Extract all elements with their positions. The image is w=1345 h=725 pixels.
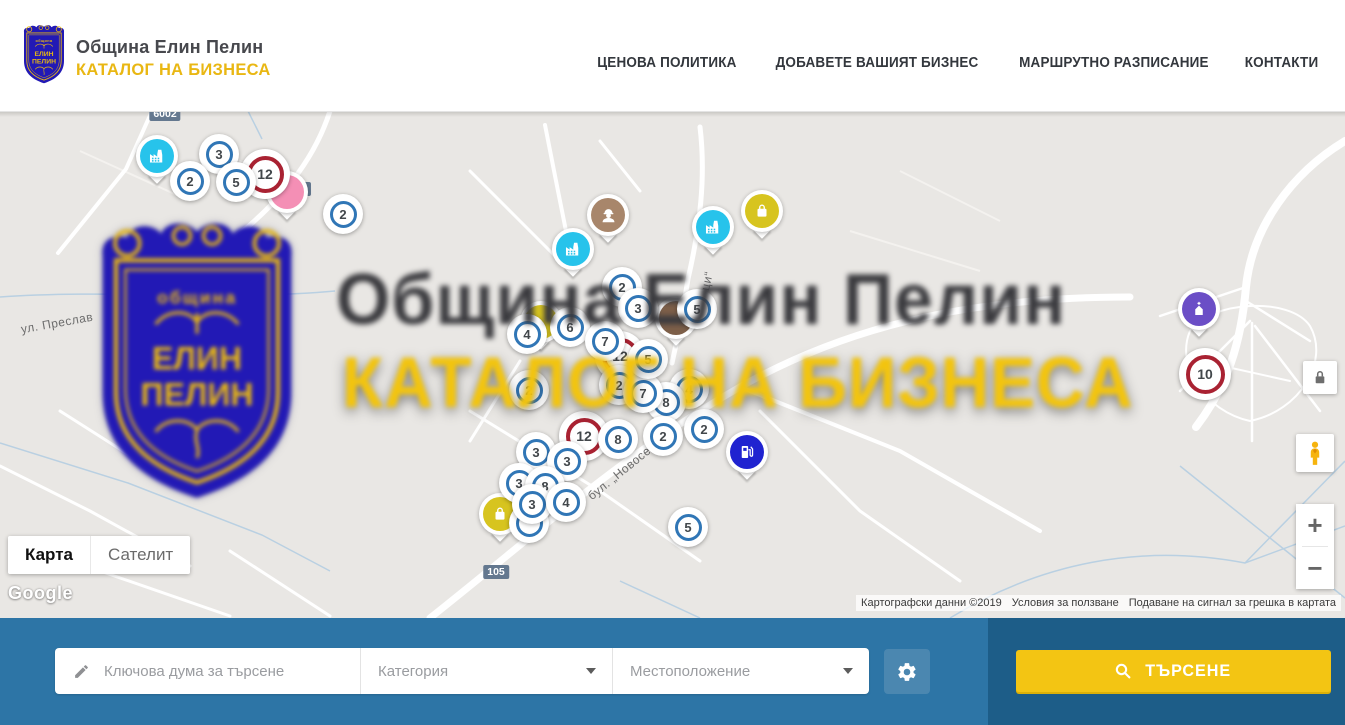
map-type-map-button[interactable]: Карта: [8, 536, 90, 574]
svg-text:ПЕЛИН: ПЕЛИН: [32, 59, 56, 66]
cluster-marker[interactable]: 7: [623, 373, 663, 413]
cluster-count: 3: [625, 295, 652, 322]
map-container: 6002105 ул. Преславбул. „Новоселци“ 1224…: [0, 111, 1345, 618]
category-select[interactable]: Категория: [360, 648, 612, 694]
chevron-down-icon: [586, 668, 596, 674]
cluster-count: 4: [514, 321, 541, 348]
google-logo[interactable]: Google: [8, 583, 73, 604]
svg-text:ЕЛИН: ЕЛИН: [34, 51, 53, 58]
nav-item-1[interactable]: ДОБАВЕТЕ ВАШИЯТ БИЗНЕС: [776, 55, 979, 71]
cluster-marker[interactable]: 5: [668, 507, 708, 547]
gear-icon: [896, 661, 918, 683]
bag-pin[interactable]: [741, 190, 783, 232]
site-subtitle: КАТАЛОГ НА БИЗНЕСА: [76, 60, 271, 80]
search-button-panel: ТЪРСЕНЕ: [988, 618, 1345, 725]
cluster-marker[interactable]: 3: [618, 288, 658, 328]
pegman-control-button[interactable]: [1296, 434, 1334, 472]
attribution-text: Картографски данни ©2019: [856, 595, 1007, 611]
cluster-count: 2: [691, 416, 718, 443]
lock-icon: [1313, 370, 1327, 385]
cluster-marker[interactable]: 10: [1179, 348, 1231, 400]
cluster-count: 10: [1186, 355, 1225, 394]
lock-control-button[interactable]: [1303, 361, 1337, 394]
cluster-count: 4: [553, 489, 580, 516]
map-type-switch: Карта Сателит: [8, 536, 190, 574]
factory-pin[interactable]: [552, 228, 594, 270]
nav-item-3[interactable]: КОНТАКТИ: [1245, 55, 1319, 71]
church-pin[interactable]: [1178, 288, 1220, 330]
pencil-icon: [73, 663, 90, 680]
cluster-count: 6: [557, 314, 584, 341]
cluster-count: 2: [650, 423, 677, 450]
cluster-marker[interactable]: 6: [550, 307, 590, 347]
pegman-icon: [1304, 440, 1326, 466]
search-field-group: Категория Местоположение: [55, 648, 869, 694]
site-title: Община Елин Пелин: [76, 37, 277, 58]
zoom-out-button[interactable]: −: [1296, 547, 1334, 589]
zoom-in-button[interactable]: +: [1296, 504, 1334, 546]
municipality-crest-icon: община ЕЛИН ПЕЛИН: [20, 23, 68, 86]
cluster-marker[interactable]: 2: [643, 416, 683, 456]
cluster-count: 3: [523, 439, 550, 466]
cluster-count: 7: [592, 328, 619, 355]
keyword-input[interactable]: [102, 662, 346, 681]
attribution-link[interactable]: Условия за ползване: [1007, 595, 1124, 611]
map-type-satellite-button[interactable]: Сателит: [90, 536, 190, 574]
svg-text:община: община: [35, 39, 52, 43]
cluster-marker[interactable]: 2: [170, 161, 210, 201]
page: община ЕЛИН ПЕЛИН Община Елин Пелин КАТА…: [0, 0, 1345, 725]
zoom-control: + −: [1296, 504, 1334, 589]
cluster-marker[interactable]: 5: [216, 162, 256, 202]
cluster-count: 2: [516, 377, 543, 404]
location-select-label: Местоположение: [630, 663, 750, 680]
map-attribution: Картографски данни ©2019Условия за ползв…: [856, 595, 1341, 611]
cluster-count: 8: [605, 426, 632, 453]
header: община ЕЛИН ПЕЛИН Община Елин Пелин КАТА…: [0, 0, 1345, 112]
chevron-down-icon: [843, 668, 853, 674]
main-nav: ЦЕНОВА ПОЛИТИКА ДОБАВЕТЕ ВАШИЯТ БИЗНЕС МАР…: [592, 0, 1321, 111]
cluster-marker[interactable]: 4: [546, 482, 586, 522]
nav-item-0[interactable]: ЦЕНОВА ПОЛИТИКА: [597, 55, 736, 71]
nav-item-2[interactable]: МАРШРУТНО РАЗПИСАНИЕ: [1019, 55, 1209, 71]
cluster-marker[interactable]: 2: [509, 370, 549, 410]
site-logo[interactable]: община ЕЛИН ПЕЛИН Община Елин Пелин КАТА…: [20, 23, 277, 86]
cluster-count: 5: [675, 514, 702, 541]
factory-pin[interactable]: [692, 206, 734, 248]
search-button[interactable]: ТЪРСЕНЕ: [1016, 650, 1331, 692]
location-select[interactable]: Местоположение: [612, 648, 869, 694]
search-bar: Категория Местоположение ТЪРСЕНЕ: [0, 618, 1345, 725]
keyword-cell: [55, 648, 360, 694]
cluster-count: 2: [177, 168, 204, 195]
cluster-marker[interactable]: 4: [507, 314, 547, 354]
cluster-count: 2: [330, 201, 357, 228]
fuel-pin[interactable]: [726, 431, 768, 473]
cluster-marker[interactable]: 2: [323, 194, 363, 234]
search-icon: [1114, 662, 1132, 680]
cluster-marker[interactable]: 2: [684, 409, 724, 449]
cluster-marker[interactable]: 5: [677, 289, 717, 329]
cluster-count: 5: [223, 169, 250, 196]
cluster-marker[interactable]: 7: [585, 321, 625, 361]
cluster-count: 7: [630, 380, 657, 407]
attribution-link[interactable]: Подаване на сигнал за грешка в картата: [1124, 595, 1341, 611]
cluster-marker[interactable]: 5: [628, 339, 668, 379]
cluster-count: 5: [635, 346, 662, 373]
cluster-count: 3: [519, 491, 546, 518]
advanced-settings-button[interactable]: [884, 649, 930, 694]
cluster-count: 5: [684, 296, 711, 323]
road-badge: 105: [483, 565, 509, 579]
road-badge: 6002: [149, 111, 180, 121]
cluster-marker[interactable]: 8: [598, 419, 638, 459]
category-select-label: Категория: [378, 663, 448, 680]
search-button-label: ТЪРСЕНЕ: [1145, 661, 1231, 681]
